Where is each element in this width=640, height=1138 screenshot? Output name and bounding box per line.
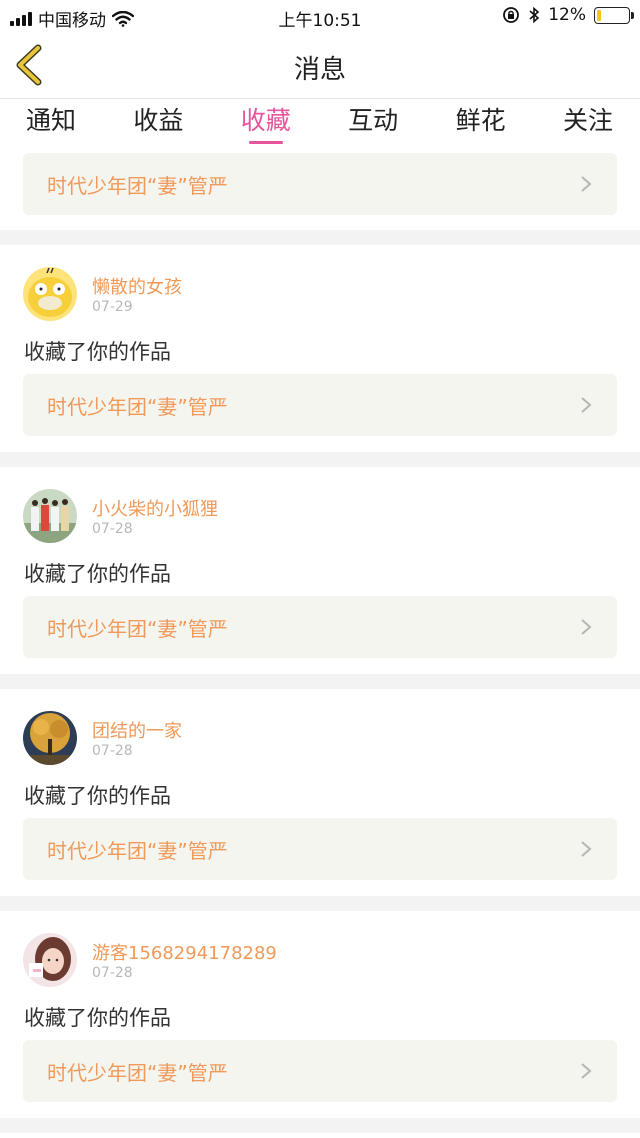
rotation-lock-icon bbox=[503, 7, 520, 23]
date-label: 07-28 bbox=[92, 521, 133, 537]
girl-avatar-icon bbox=[23, 933, 77, 987]
divider bbox=[0, 1118, 640, 1133]
action-text: 收藏了你的作品 bbox=[24, 1006, 171, 1030]
battery-fill bbox=[597, 9, 601, 21]
user-name[interactable]: 游客1568294178289 bbox=[92, 939, 277, 965]
duck-avatar-icon bbox=[23, 267, 77, 321]
work-title: 时代少年团“妻”管严 bbox=[47, 616, 228, 641]
battery-icon bbox=[594, 6, 634, 24]
battery-percent: 12% bbox=[548, 5, 586, 25]
tab-favorites[interactable]: 收藏 bbox=[241, 99, 291, 149]
work-link-card[interactable]: 时代少年团“妻”管严 bbox=[23, 374, 617, 436]
divider bbox=[0, 896, 640, 911]
bluetooth-icon bbox=[529, 6, 540, 24]
work-title: 时代少年团“妻”管严 bbox=[47, 838, 228, 863]
tab-earnings[interactable]: 收益 bbox=[133, 99, 183, 149]
work-link-card[interactable]: 时代少年团“妻”管严 bbox=[23, 153, 617, 215]
divider bbox=[0, 674, 640, 689]
chevron-right-icon bbox=[581, 619, 592, 635]
chevron-right-icon bbox=[581, 841, 592, 857]
date-label: 07-28 bbox=[92, 743, 133, 759]
tab-label: 鲜花 bbox=[455, 106, 506, 135]
avatar[interactable] bbox=[23, 711, 77, 765]
tab-follows[interactable]: 关注 bbox=[563, 99, 613, 149]
tab-bar: 通知 收益 收藏 互动 鲜花 关注 bbox=[0, 99, 640, 149]
status-right: 12% bbox=[502, 5, 634, 25]
page-title: 消息 bbox=[293, 55, 346, 85]
user-name[interactable]: 团结的一家 bbox=[92, 717, 182, 743]
action-text: 收藏了你的作品 bbox=[24, 562, 171, 586]
action-text: 收藏了你的作品 bbox=[24, 340, 171, 364]
date-label: 07-29 bbox=[92, 299, 133, 315]
tab-label: 收益 bbox=[133, 106, 184, 135]
work-link-card[interactable]: 时代少年团“妻”管严 bbox=[23, 1040, 617, 1102]
chevron-right-icon bbox=[581, 176, 592, 192]
list-item: 懒散的女孩 07-29 收藏了你的作品 时代少年团“妻”管严 bbox=[0, 245, 640, 452]
status-bar: 中国移动 上午10:51 12% bbox=[0, 0, 640, 32]
chevron-right-icon bbox=[581, 1063, 592, 1079]
tab-notifications[interactable]: 通知 bbox=[26, 99, 76, 149]
avatar[interactable] bbox=[23, 267, 77, 321]
divider bbox=[0, 230, 640, 245]
tab-interactions[interactable]: 互动 bbox=[348, 99, 398, 149]
action-text: 收藏了你的作品 bbox=[24, 784, 171, 808]
chevron-right-icon bbox=[581, 397, 592, 413]
date-label: 07-28 bbox=[92, 965, 133, 981]
tab-label: 互动 bbox=[348, 106, 399, 135]
list-item: 团结的一家 07-28 收藏了你的作品 时代少年团“妻”管严 bbox=[0, 689, 640, 896]
work-link-card[interactable]: 时代少年团“妻”管严 bbox=[23, 596, 617, 658]
divider bbox=[0, 452, 640, 467]
work-title: 时代少年团“妻”管严 bbox=[47, 173, 228, 198]
nav-bar: 消息 bbox=[0, 32, 640, 99]
tab-label: 通知 bbox=[26, 106, 77, 135]
tab-label: 收藏 bbox=[240, 106, 291, 135]
tree-avatar-icon bbox=[23, 711, 77, 765]
group-photo-avatar-icon bbox=[23, 489, 77, 543]
avatar[interactable] bbox=[23, 933, 77, 987]
user-name[interactable]: 懒散的女孩 bbox=[92, 273, 182, 299]
list-item: 小火柴的小狐狸 07-28 收藏了你的作品 时代少年团“妻”管严 bbox=[0, 467, 640, 674]
work-link-card[interactable]: 时代少年团“妻”管严 bbox=[23, 818, 617, 880]
list-item: 游客1568294178289 07-28 收藏了你的作品 时代少年团“妻”管严 bbox=[0, 911, 640, 1118]
active-tab-indicator bbox=[248, 141, 283, 144]
work-title: 时代少年团“妻”管严 bbox=[47, 1060, 228, 1085]
tab-flowers[interactable]: 鲜花 bbox=[456, 99, 506, 149]
avatar[interactable] bbox=[23, 489, 77, 543]
tab-label: 关注 bbox=[562, 106, 613, 135]
message-list: 时代少年团“妻”管严 懒散的女孩 07-29 收藏了你的作品 时代少年团“妻”管… bbox=[0, 149, 640, 1133]
work-title: 时代少年团“妻”管严 bbox=[47, 394, 228, 419]
user-name[interactable]: 小火柴的小狐狸 bbox=[92, 495, 218, 521]
list-item-partial: 时代少年团“妻”管严 bbox=[0, 149, 640, 230]
